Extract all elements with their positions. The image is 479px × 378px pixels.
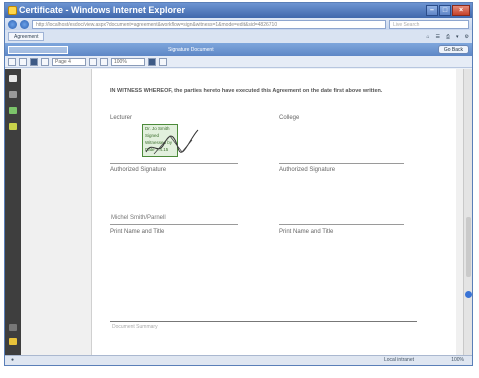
go-back-button[interactable]: Go Back (437, 45, 469, 54)
window-title: Certificate - Windows Internet Explorer (19, 5, 185, 15)
lecturer-heading: Lecturer (110, 115, 133, 121)
right-name-line (279, 224, 404, 225)
address-bar: http://localhost/esdoc/view.aspx?documen… (5, 18, 472, 30)
scroll-thumb[interactable] (466, 217, 471, 277)
status-zoom[interactable]: 100% (451, 357, 464, 363)
pages-icon[interactable] (9, 75, 17, 82)
search-input[interactable]: Live Search (389, 19, 469, 29)
zoom-out-icon[interactable] (89, 57, 97, 66)
signature-stamp: Dr. Jo Smith Signed Witnessed by Date 7.… (142, 124, 199, 160)
browser-window: Certificate - Windows Internet Explorer … (4, 2, 473, 366)
options-icon[interactable] (9, 324, 17, 331)
document-page: IN WITNESS WHEREOF, the parties hereto h… (91, 69, 456, 355)
status-done-icon: ● (11, 357, 15, 363)
command-bar: ⌂ ☰ ⎙ ▾ ⚙ (426, 34, 469, 40)
print-icon[interactable] (19, 57, 27, 66)
security-zone: Local intranet (383, 357, 414, 363)
navigation-panel (5, 69, 21, 355)
right-signature-line (279, 163, 404, 164)
right-signature-label: Authorized Signature (279, 167, 336, 173)
right-name-title-label: Print Name and Title (279, 229, 334, 235)
footer-text: Document Summary (112, 324, 158, 330)
window-controls: – □ × (426, 5, 470, 16)
browser-icon (8, 6, 17, 15)
url-input[interactable]: http://localhost/esdoc/view.aspx?documen… (32, 19, 386, 29)
bookmarks-icon[interactable] (9, 91, 17, 98)
back-button[interactable] (8, 19, 17, 29)
fit-page-icon[interactable] (148, 57, 156, 66)
handwritten-signature (145, 129, 199, 155)
page-menu-icon[interactable]: ▾ (456, 34, 459, 40)
minimize-button[interactable]: – (426, 5, 438, 16)
left-signature-line (110, 163, 238, 164)
comments-icon[interactable] (9, 338, 17, 345)
vertical-scrollbar[interactable] (463, 69, 472, 355)
home-icon[interactable]: ⌂ (426, 34, 429, 40)
maximize-button[interactable]: □ (439, 5, 451, 16)
signatures-icon[interactable] (9, 107, 17, 114)
document-area: IN WITNESS WHEREOF, the parties hereto h… (21, 69, 463, 355)
tools-menu-icon[interactable]: ⚙ (465, 34, 469, 40)
title-bar: Certificate - Windows Internet Explorer … (5, 3, 472, 18)
tab-bar: Agreement ⌂ ☰ ⎙ ▾ ⚙ (5, 30, 472, 43)
feeds-icon[interactable]: ☰ (436, 34, 440, 40)
hand-tool-icon[interactable] (41, 57, 49, 66)
left-name-title-label: Print Name and Title (110, 229, 165, 235)
college-heading: College (279, 115, 300, 121)
document-tab[interactable] (8, 45, 68, 54)
close-button[interactable]: × (452, 5, 470, 16)
left-signature-label: Authorized Signature (110, 167, 167, 173)
scroll-position-marker (465, 291, 472, 298)
viewer-toolbar: Page 4 100% (5, 56, 472, 68)
footer-rule (110, 321, 417, 322)
tab-agreement[interactable]: Agreement (8, 32, 45, 41)
open-icon[interactable] (8, 57, 16, 66)
attachments-icon[interactable] (9, 123, 17, 130)
print-icon[interactable]: ⎙ (446, 34, 450, 40)
find-icon[interactable] (159, 57, 167, 66)
status-bar: ● Local intranet 100% (5, 355, 472, 365)
document-name: Signature Document (168, 46, 214, 53)
document-bar: Signature Document Go Back (5, 43, 472, 56)
email-icon[interactable] (30, 57, 38, 66)
zoom-field[interactable]: 100% (111, 57, 145, 66)
page-field[interactable]: Page 4 (52, 57, 86, 66)
zoom-in-icon[interactable] (100, 57, 108, 66)
printed-name: Michel Smith/Parnell (111, 215, 166, 221)
forward-button[interactable] (20, 19, 29, 29)
left-name-line (110, 224, 238, 225)
witness-clause: IN WITNESS WHEREOF, the parties hereto h… (110, 88, 383, 94)
